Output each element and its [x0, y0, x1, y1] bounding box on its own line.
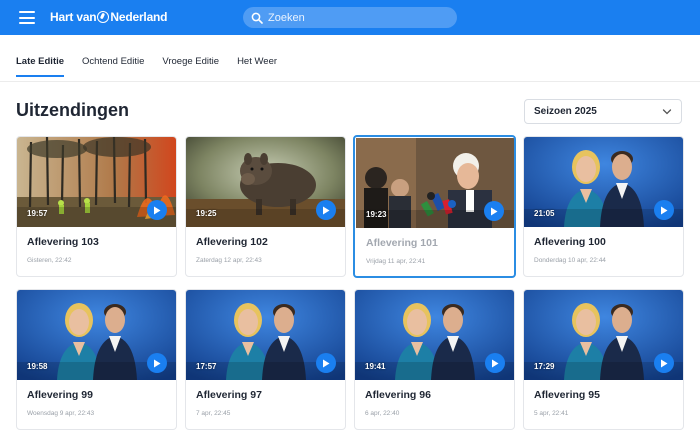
- play-icon[interactable]: [485, 353, 505, 373]
- episode-date: 7 apr, 22:45: [196, 410, 231, 417]
- season-dropdown[interactable]: Seizoen 2025: [524, 99, 682, 124]
- episode-title: Aflevering 103: [27, 236, 99, 248]
- episode-duration: 19:23: [366, 210, 387, 219]
- play-icon[interactable]: [147, 353, 167, 373]
- episode-card[interactable]: 17:29 Aflevering 95 5 apr, 22:41: [523, 289, 684, 430]
- episode-title: Aflevering 95: [534, 389, 600, 401]
- episode-date: Gisteren, 22:42: [27, 257, 72, 264]
- brand-logo-text-1: Hart van: [50, 10, 97, 24]
- episode-duration: 19:58: [27, 362, 48, 371]
- episode-duration: 21:05: [534, 209, 555, 218]
- episode-duration: 17:29: [534, 362, 555, 371]
- hamburger-menu-icon[interactable]: [19, 11, 35, 24]
- tab-ochtend-editie[interactable]: Ochtend Editie: [82, 56, 144, 77]
- episode-title: Aflevering 99: [27, 389, 93, 401]
- episode-card[interactable]: 17:57 Aflevering 97 7 apr, 22:45: [185, 289, 346, 430]
- episode-duration: 19:25: [196, 209, 217, 218]
- episode-card[interactable]: 19:58 Aflevering 99 Woensdag 9 apr, 22:4…: [16, 289, 177, 430]
- play-icon[interactable]: [654, 200, 674, 220]
- episode-date: Vrijdag 11 apr, 22:41: [366, 258, 426, 265]
- search-bar[interactable]: [243, 7, 457, 28]
- tabs-divider: [0, 81, 700, 82]
- top-bar: Hart van Nederland: [0, 0, 700, 35]
- heart-logo-icon: [97, 11, 110, 23]
- season-dropdown-value: Seizoen 2025: [534, 106, 597, 117]
- episode-title: Aflevering 100: [534, 236, 606, 248]
- page-title: Uitzendingen: [16, 100, 129, 120]
- episode-card[interactable]: 21:05 Aflevering 100 Donderdag 10 apr, 2…: [523, 136, 684, 277]
- episode-card[interactable]: 19:25 Aflevering 102 Zaterdag 12 apr, 22…: [185, 136, 346, 277]
- brand-logo-text-2: Nederland: [110, 10, 168, 24]
- episode-date: 5 apr, 22:41: [534, 410, 569, 417]
- episode-card[interactable]: 19:23 Aflevering 101 Vrijdag 11 apr, 22:…: [353, 135, 516, 278]
- tab-late-editie[interactable]: Late Editie: [16, 56, 65, 77]
- episode-date: Donderdag 10 apr, 22:44: [534, 257, 606, 264]
- episode-title: Aflevering 101: [366, 237, 438, 249]
- episode-title: Aflevering 102: [196, 236, 268, 248]
- episode-date: Woensdag 9 apr, 22:43: [27, 410, 95, 417]
- play-icon[interactable]: [484, 201, 504, 221]
- play-icon[interactable]: [147, 200, 167, 220]
- tab-het-weer[interactable]: Het Weer: [237, 56, 277, 77]
- play-icon[interactable]: [654, 353, 674, 373]
- play-icon[interactable]: [316, 200, 336, 220]
- episode-date: 6 apr, 22:40: [365, 410, 400, 417]
- episode-date: Zaterdag 12 apr, 22:43: [196, 257, 262, 264]
- episode-title: Aflevering 97: [196, 389, 262, 401]
- episode-card[interactable]: 19:41 Aflevering 96 6 apr, 22:40: [354, 289, 515, 430]
- episode-duration: 19:41: [365, 362, 386, 371]
- search-icon: [251, 12, 263, 24]
- edition-tabs: Late Editie Ochtend Editie Vroege Editie…: [16, 56, 295, 77]
- episode-title: Aflevering 96: [365, 389, 431, 401]
- tab-vroege-editie[interactable]: Vroege Editie: [162, 56, 219, 77]
- episode-duration: 17:57: [196, 362, 217, 371]
- search-input[interactable]: [268, 11, 438, 24]
- episode-duration: 19:57: [27, 209, 48, 218]
- brand-logo[interactable]: Hart van Nederland: [50, 10, 168, 24]
- chevron-down-icon: [662, 109, 672, 115]
- episode-card[interactable]: 19:57 Aflevering 103 Gisteren, 22:42: [16, 136, 177, 277]
- play-icon[interactable]: [316, 353, 336, 373]
